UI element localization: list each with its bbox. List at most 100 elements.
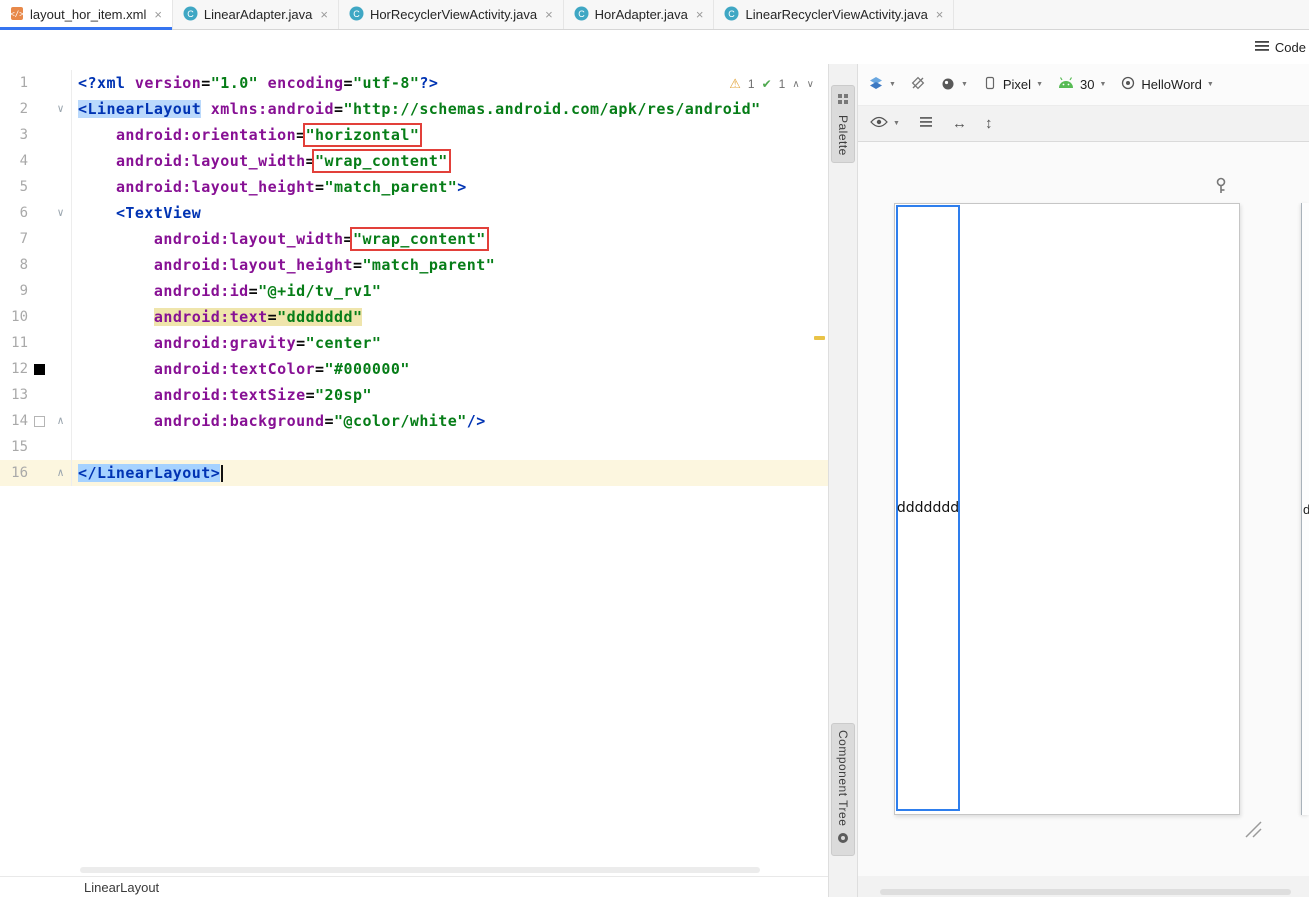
color-preview-swatch[interactable] [28, 408, 50, 434]
code-line[interactable]: 5 android:layout_height="match_parent"> [0, 174, 828, 200]
component-tree-tab[interactable]: Component Tree [831, 723, 855, 857]
code-line[interactable]: 4 android:layout_width="wrap_content" [0, 148, 828, 174]
navigation-bar: Code [0, 30, 1309, 64]
mode-label: Code [1274, 39, 1306, 55]
code-line[interactable]: 12 android:textColor="#000000" [0, 356, 828, 382]
editor-horizontal-scrollbar[interactable] [80, 867, 760, 873]
gutter-space [28, 148, 50, 174]
code-line[interactable]: 14 ∧ android:background="@color/white"/> [0, 408, 828, 434]
close-icon[interactable]: × [936, 7, 944, 22]
code-token: = [343, 230, 353, 248]
code-token: = [343, 74, 353, 92]
gutter-space [28, 304, 50, 330]
line-number: 1 [19, 75, 28, 91]
code-line[interactable]: 10 android:text="ddddddd" [0, 304, 828, 330]
code-line[interactable]: 2 ∨ <LinearLayout xmlns:android="http://sc… [0, 96, 828, 122]
code-token: "1.0" [210, 74, 259, 92]
design-canvas[interactable]: ddddddd d [858, 142, 1309, 876]
color-preview-swatch[interactable] [28, 356, 50, 382]
code-line[interactable]: 15 [0, 434, 828, 460]
warning-count: 1 [747, 77, 755, 91]
code-line[interactable]: 7 android:layout_width="wrap_content" [0, 226, 828, 252]
close-icon[interactable]: × [320, 7, 328, 22]
class-icon: C [724, 6, 739, 24]
warning-stripe-mark[interactable] [814, 336, 825, 340]
line-number: 11 [11, 335, 28, 351]
code-token: android:textColor [153, 360, 316, 378]
chevron-down-icon[interactable]: ∨ [807, 79, 814, 90]
line-number: 6 [19, 205, 28, 221]
close-icon[interactable]: × [154, 7, 162, 22]
line-number: 4 [19, 153, 28, 169]
code-token: "http://schemas.android.com/apk/res/andr… [343, 100, 761, 118]
fold-marker-icon[interactable]: ∨ [50, 96, 72, 122]
tab-label: HorAdapter.java [594, 7, 688, 22]
design-surface-button[interactable]: ▼ [868, 75, 896, 94]
night-mode-button[interactable]: ▼ [940, 75, 968, 94]
gutter-space [28, 382, 50, 408]
palette-tab[interactable]: Palette [831, 85, 855, 163]
list-icon [918, 115, 934, 133]
code-line[interactable]: 16 ∧ </LinearLayout> [0, 460, 828, 486]
breadcrumb-item[interactable]: LinearLayout [84, 880, 159, 895]
code-token: android:orientation [115, 126, 297, 144]
inspections-widget[interactable]: ⚠ 1 ✔ 1 ∧ ∨ [729, 76, 814, 92]
resize-handle[interactable] [1242, 818, 1262, 843]
theme-selector[interactable]: HelloWord ▼ [1120, 75, 1214, 94]
chevron-up-icon[interactable]: ∧ [792, 79, 799, 90]
view-options-button[interactable]: ▼ [870, 115, 900, 132]
tab-layout-hor-item-xml[interactable]: </> layout_hor_item.xml × [0, 0, 173, 30]
tab-linear-adapter-java[interactable]: C LinearAdapter.java × [173, 0, 339, 29]
chevron-down-icon: ▼ [893, 120, 900, 127]
expand-horizontal-button[interactable]: ↔ [952, 115, 967, 132]
code-line[interactable]: 3 android:orientation="horizontal" [0, 122, 828, 148]
selected-component[interactable]: ddddddd [896, 205, 960, 811]
code-line[interactable]: 13 android:textSize="20sp" [0, 382, 828, 408]
code-line[interactable]: 11 android:gravity="center" [0, 330, 828, 356]
layout-list-button[interactable] [918, 115, 934, 133]
code-token: = [315, 360, 325, 378]
code-token: "utf-8" [352, 74, 420, 92]
code-token: "@+id/tv_rv1" [258, 282, 382, 300]
key-icon[interactable] [1215, 177, 1227, 200]
design-horizontal-scrollbar[interactable] [880, 889, 1291, 895]
fold-marker-icon[interactable]: ∧ [50, 408, 72, 434]
layers-icon [868, 75, 884, 94]
code-token: "#000000" [324, 360, 410, 378]
api-level-label: 30 [1080, 77, 1095, 92]
blueprint-edge: d [1301, 203, 1309, 815]
device-frame-button[interactable] [910, 75, 926, 94]
text-caret [221, 465, 224, 482]
fold-space [50, 122, 72, 148]
tab-label: LinearAdapter.java [203, 7, 313, 22]
fold-space [50, 174, 72, 200]
fold-marker-icon[interactable]: ∨ [50, 200, 72, 226]
tab-linear-recycler-view-activity-java[interactable]: C LinearRecyclerViewActivity.java × [714, 0, 955, 29]
fold-marker-icon[interactable]: ∧ [50, 460, 72, 486]
code-token: = [201, 74, 211, 92]
device-screen[interactable]: ddddddd [894, 203, 1240, 815]
gutter-space [28, 434, 50, 460]
api-level-selector[interactable]: 30 ▼ [1057, 76, 1106, 93]
close-icon[interactable]: × [696, 7, 704, 22]
code-line[interactable]: 8 android:layout_height="match_parent" [0, 252, 828, 278]
code-line[interactable]: 1 <?xml version="1.0" encoding="utf-8"?> [0, 70, 828, 96]
tab-hor-recycler-view-activity-java[interactable]: C HorRecyclerViewActivity.java × [339, 0, 564, 29]
editor-pane[interactable]: 1 <?xml version="1.0" encoding="utf-8"?> 2… [0, 64, 828, 876]
code-token: = [296, 334, 306, 352]
line-number: 5 [19, 179, 28, 195]
code-mode-switcher[interactable]: Code [1254, 39, 1309, 55]
device-selector[interactable]: Pixel ▼ [982, 75, 1043, 94]
expand-vertical-button[interactable]: ↕ [985, 115, 993, 132]
svg-text:</>: </> [10, 9, 24, 18]
close-icon[interactable]: × [545, 7, 553, 22]
line-number: 9 [19, 283, 28, 299]
code-line[interactable]: 9 android:id="@+id/tv_rv1" [0, 278, 828, 304]
tab-hor-adapter-java[interactable]: C HorAdapter.java × [564, 0, 715, 29]
code-line[interactable]: 6 ∨ <TextView [0, 200, 828, 226]
ink-drop-icon [940, 75, 956, 94]
